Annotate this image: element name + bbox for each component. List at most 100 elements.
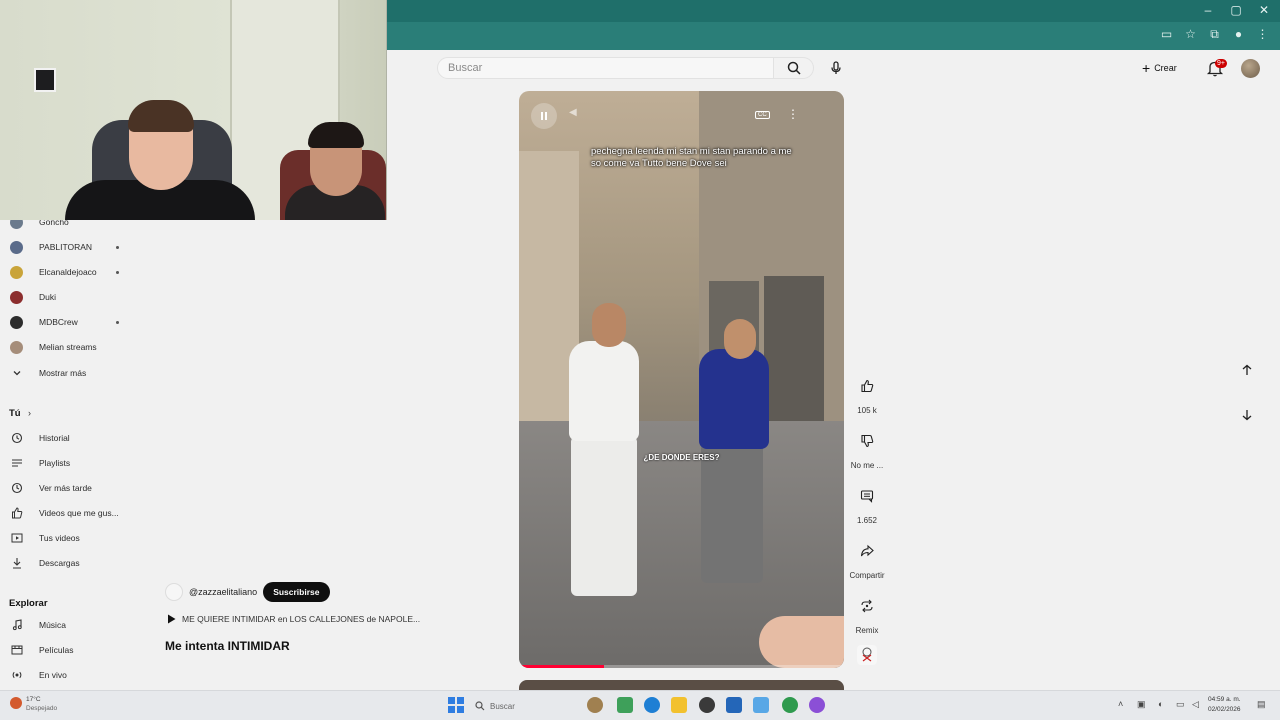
minimize-button[interactable]: – xyxy=(1194,2,1222,18)
audio-line-text: ME QUIERE INTIMIDAR en LOS CALLEJONES de… xyxy=(182,614,421,624)
profile-icon[interactable]: ● xyxy=(1231,27,1246,42)
edge-browser-icon[interactable] xyxy=(644,697,660,713)
sidebar-subscription-mdbcrew[interactable]: MDBCrew xyxy=(0,312,130,332)
search-input[interactable] xyxy=(438,58,773,78)
previous-short-button[interactable] xyxy=(1236,359,1258,381)
chrome-browser-icon[interactable] xyxy=(782,697,798,713)
windows-start-icon[interactable] xyxy=(448,697,464,713)
shorts-video-player[interactable]: ◀ CC ⋮ pechegna leenda mi stan mi stan p… xyxy=(519,91,844,668)
sidebar-item-playlists[interactable]: Playlists xyxy=(0,453,130,473)
sidebar-item-label: Tus videos xyxy=(39,533,80,543)
chevron-down-icon xyxy=(10,367,23,380)
taskbar-app-icon[interactable] xyxy=(699,697,715,713)
comments-count: 1.652 xyxy=(856,516,878,525)
search-button[interactable] xyxy=(774,57,814,79)
more-options-icon[interactable]: ⋮ xyxy=(787,107,799,121)
sidebar-subscription-elcanaldejoaco[interactable]: Elcanaldejoaco xyxy=(0,262,130,282)
clock-time: 04:59 a. m. xyxy=(1208,696,1241,703)
volume-icon[interactable]: ◀ xyxy=(569,107,587,125)
channel-avatar[interactable] xyxy=(165,583,183,601)
likes-count: 105 k xyxy=(857,406,877,415)
tray-app-icon[interactable]: ▣ xyxy=(1137,699,1146,710)
sidebar-item-label: MDBCrew xyxy=(39,317,78,327)
sidebar-item-label: Elcanaldejoaco xyxy=(39,267,97,277)
sidebar-item-history[interactable]: Historial xyxy=(0,428,130,448)
sidebar-item-label: Videos que me gus... xyxy=(39,508,119,518)
sidebar-item-label: Historial xyxy=(39,433,70,443)
sidebar-item-download[interactable]: Descargas xyxy=(0,553,130,573)
sidebar-subscription-pablitoran[interactable]: PABLITORAN xyxy=(0,237,130,257)
video-progress-bar[interactable] xyxy=(519,665,844,668)
comments-action[interactable]: 1.652 xyxy=(842,479,892,525)
weather-widget[interactable]: 17°C Despejado xyxy=(10,695,57,713)
taskbar-clock[interactable]: 04:59 a. m. 02/02/2026 xyxy=(1208,695,1241,715)
taskbar-app-icon[interactable] xyxy=(617,697,633,713)
speaker-icon[interactable]: ◁ xyxy=(1192,699,1199,710)
create-button[interactable]: + Crear xyxy=(1142,58,1192,78)
you-section-header[interactable]: Tú › xyxy=(0,403,130,423)
comment-icon xyxy=(850,479,884,513)
your-videos-icon xyxy=(10,532,23,545)
sidebar-item-your-videos[interactable]: Tus videos xyxy=(0,528,130,548)
channel-avatar xyxy=(10,315,23,329)
sidebar-item-clock[interactable]: Ver más tarde xyxy=(0,478,130,498)
arrow-up-icon xyxy=(1242,364,1252,375)
sidebar-item-label: Descargas xyxy=(39,558,80,568)
file-explorer-icon[interactable] xyxy=(671,697,687,713)
like-action[interactable]: 105 k xyxy=(842,369,892,415)
remix-action[interactable]: Remix xyxy=(842,589,892,635)
sidebar-item-like[interactable]: Videos que me gus... xyxy=(0,503,130,523)
sidebar-subscription-melian-streams[interactable]: Melian streams xyxy=(0,337,130,357)
captions-button[interactable]: CC xyxy=(755,111,770,119)
voice-search-button[interactable] xyxy=(824,56,848,80)
history-icon xyxy=(10,432,23,445)
sidebar-item-movies[interactable]: Películas xyxy=(0,640,130,660)
cast-icon[interactable]: ▭ xyxy=(1159,27,1174,42)
show-more-label: Mostrar más xyxy=(39,368,87,378)
sidebar-item-live[interactable]: En vivo xyxy=(0,665,130,685)
short-audio-link[interactable]: ME QUIERE INTIMIDAR en LOS CALLEJONES de… xyxy=(167,614,420,624)
show-more-button[interactable]: Mostrar más xyxy=(0,363,130,383)
dislike-label: No me ... xyxy=(850,461,884,470)
movies-icon xyxy=(10,644,23,657)
tray-app-icon[interactable]: ◐ xyxy=(1158,699,1163,709)
play-icon xyxy=(168,614,176,624)
tray-chevron-icon[interactable]: ˄ xyxy=(1118,699,1123,709)
taskbar-app-icon[interactable] xyxy=(809,697,825,713)
channel-avatar-thumb[interactable] xyxy=(857,645,877,665)
notification-center-icon[interactable]: ▤ xyxy=(1257,699,1266,710)
taskbar-app-icon[interactable] xyxy=(587,697,603,713)
clock-date: 02/02/2026 xyxy=(1208,706,1241,713)
network-icon[interactable]: ▭ xyxy=(1176,699,1185,710)
subscribe-button[interactable]: Suscribirse xyxy=(263,582,330,602)
browser-menu-icon[interactable]: ⋮ xyxy=(1255,27,1270,42)
share-action[interactable]: Compartir xyxy=(842,534,892,580)
short-channel-info: @zazzaelitaliano Suscribirse xyxy=(165,582,330,602)
bookmark-star-icon[interactable]: ☆ xyxy=(1183,27,1198,42)
account-avatar[interactable] xyxy=(1241,59,1260,78)
dislike-action[interactable]: No me ... xyxy=(842,424,892,470)
clock-icon xyxy=(10,482,23,495)
sidebar-item-label: Melian streams xyxy=(39,342,97,352)
person-left xyxy=(592,303,626,347)
sidebar-item-label: En vivo xyxy=(39,670,67,680)
search-icon xyxy=(787,61,801,75)
sidebar-item-music[interactable]: Música xyxy=(0,615,130,635)
taskbar-search[interactable]: Buscar xyxy=(475,697,565,715)
next-short-button[interactable] xyxy=(1236,404,1258,426)
download-icon xyxy=(10,557,23,570)
next-short-preview[interactable] xyxy=(519,680,844,690)
taskbar-search-label: Buscar xyxy=(490,701,515,711)
channel-handle[interactable]: @zazzaelitaliano xyxy=(189,587,257,597)
webcam-overlay xyxy=(0,0,387,220)
close-window-button[interactable]: ✕ xyxy=(1250,2,1278,18)
video-subtitle: ¿DE DONDE ERES? xyxy=(643,453,720,462)
extensions-icon[interactable]: ⧉ xyxy=(1207,27,1222,42)
pause-icon xyxy=(541,112,547,120)
pause-button[interactable] xyxy=(531,103,557,129)
create-label: Crear xyxy=(1154,63,1177,73)
sidebar-subscription-duki[interactable]: Duki xyxy=(0,287,130,307)
maximize-button[interactable]: ▢ xyxy=(1222,2,1250,18)
taskbar-app-icon[interactable] xyxy=(753,697,769,713)
taskbar-app-icon[interactable] xyxy=(726,697,742,713)
